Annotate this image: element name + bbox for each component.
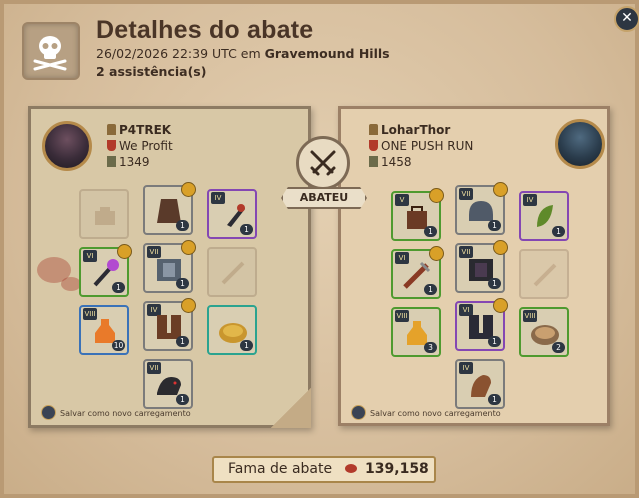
fame-icon xyxy=(344,464,357,473)
victim-offhand-slot[interactable]: IV 1 xyxy=(519,191,569,241)
killer-offhand-slot[interactable]: IV 1 xyxy=(207,189,257,239)
killed-label: ABATEU xyxy=(281,187,367,209)
killer-avatar xyxy=(42,121,92,171)
killer-food-slot[interactable]: 1 xyxy=(207,305,257,355)
victim-avatar xyxy=(555,119,605,169)
killer-boots-slot[interactable]: IV 1 xyxy=(143,298,196,351)
victim-panel: LoharThor ONE PUSH RUN 1458 V 1 VII 1 IV… xyxy=(338,106,610,426)
victim-guild: ONE PUSH RUN xyxy=(369,139,473,153)
victim-name: LoharThor xyxy=(369,123,450,137)
killer-potion-slot[interactable]: VIII 10 xyxy=(79,305,129,355)
page-title: Detalhes do abate xyxy=(96,16,314,44)
victim-helmet-slot[interactable]: VII 1 xyxy=(455,182,508,235)
killer-empty-slot[interactable] xyxy=(207,247,257,297)
killer-panel: P4TREK We Profit 1349 1 IV 1 VI 1 VII 1 … xyxy=(28,106,311,428)
victim-boots-slot[interactable]: VI 1 xyxy=(455,298,508,351)
save-loadout-icon xyxy=(41,405,56,420)
kill-location: Gravemound Hills xyxy=(264,46,390,61)
killer-armor-slot[interactable]: VII 1 xyxy=(143,240,196,293)
killer-save-loadout[interactable]: Salvar como novo carregamento xyxy=(41,405,191,420)
killer-name: P4TREK xyxy=(107,123,171,137)
killer-cape-slot[interactable]: 1 xyxy=(143,182,196,235)
close-button[interactable]: ✕ xyxy=(614,6,639,32)
crossed-swords-icon xyxy=(296,136,350,190)
killer-weapon-slot[interactable]: VI 1 xyxy=(79,244,132,297)
victim-bag-slot[interactable]: V 1 xyxy=(391,188,444,241)
killer-item-power: 1349 xyxy=(107,155,150,169)
kill-datetime: 26/02/2026 22:39 UTC em xyxy=(96,46,261,61)
killer-mount-slot[interactable]: VII 1 xyxy=(143,359,193,409)
assists-count: 2 assistência(s) xyxy=(96,64,207,79)
killer-guild: We Profit xyxy=(107,139,173,153)
save-loadout-icon xyxy=(351,405,366,420)
kill-datetime-location: 26/02/2026 22:39 UTC em Gravemound Hills xyxy=(96,46,390,61)
kill-fame-value: 139,158 xyxy=(365,461,429,477)
victim-mount-slot[interactable]: IV 1 xyxy=(455,359,505,409)
victim-empty-slot[interactable] xyxy=(519,249,569,299)
victim-item-power: 1458 xyxy=(369,155,412,169)
victim-save-loadout[interactable]: Salvar como novo carregamento xyxy=(351,405,501,420)
kill-fame: Fama de abate 139,158 xyxy=(212,456,436,483)
killer-bag-slot[interactable] xyxy=(79,189,129,239)
skull-icon xyxy=(22,22,80,80)
victim-weapon-slot[interactable]: VI 1 xyxy=(391,246,444,299)
victim-food-slot[interactable]: VIII 2 xyxy=(519,307,569,357)
victim-potion-slot[interactable]: VIII 3 xyxy=(391,307,441,357)
victim-armor-slot[interactable]: VII 1 xyxy=(455,240,508,293)
kill-fame-label: Fama de abate xyxy=(228,461,333,477)
